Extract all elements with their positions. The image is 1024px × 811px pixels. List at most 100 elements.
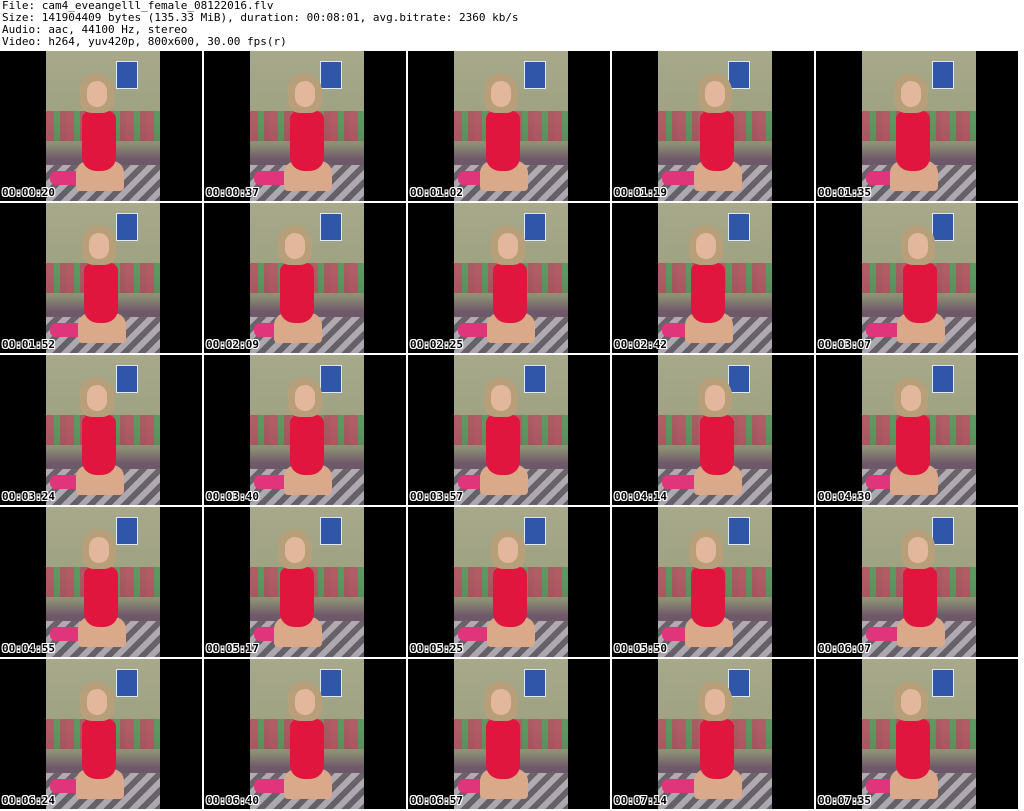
thumbnail-timestamp: 00:00:20 — [2, 186, 55, 199]
video-thumbnail[interactable]: 00:05:50 — [612, 507, 814, 657]
person-figure — [692, 681, 744, 799]
thumbnail-frame-image — [46, 507, 160, 657]
video-thumbnail[interactable]: 00:05:17 — [204, 507, 406, 657]
face — [705, 689, 725, 715]
face — [901, 81, 921, 107]
face — [498, 233, 518, 259]
video-thumbnail[interactable]: 00:06:24 — [0, 659, 202, 809]
thumbnail-frame-image — [658, 659, 772, 809]
video-thumbnail[interactable]: 00:02:09 — [204, 203, 406, 353]
person-figure — [76, 225, 128, 343]
thumbnail-timestamp: 00:04:55 — [2, 642, 55, 655]
face — [87, 81, 107, 107]
face — [295, 81, 315, 107]
video-thumbnail[interactable]: 00:06:57 — [408, 659, 610, 809]
video-thumbnail[interactable]: 00:03:57 — [408, 355, 610, 505]
video-thumbnail[interactable]: 00:00:37 — [204, 51, 406, 201]
thumbnail-timestamp: 00:01:19 — [614, 186, 667, 199]
face — [696, 537, 716, 563]
face — [908, 233, 928, 259]
face — [498, 537, 518, 563]
face — [491, 689, 511, 715]
red-outfit — [700, 719, 734, 779]
person-figure — [485, 225, 537, 343]
video-thumbnail[interactable]: 00:03:40 — [204, 355, 406, 505]
person-figure — [888, 73, 940, 191]
person-figure — [74, 681, 126, 799]
person-figure — [478, 73, 530, 191]
video-thumbnail[interactable]: 00:06:40 — [204, 659, 406, 809]
file-info-header: File: cam4_eveangelll_female_08122016.fl… — [2, 0, 519, 48]
red-outfit — [903, 263, 937, 323]
red-outfit — [896, 415, 930, 475]
thumbnail-frame-image — [250, 659, 364, 809]
person-figure — [683, 225, 735, 343]
thumbnail-timestamp: 00:06:40 — [206, 794, 259, 807]
thumbnail-timestamp: 00:02:42 — [614, 338, 667, 351]
red-outfit — [896, 719, 930, 779]
video-thumbnail[interactable]: 00:06:07 — [816, 507, 1018, 657]
red-outfit — [290, 415, 324, 475]
face — [901, 689, 921, 715]
face — [705, 81, 725, 107]
thumbnail-frame-image — [454, 355, 568, 505]
video-thumbnail[interactable]: 00:07:35 — [816, 659, 1018, 809]
face — [901, 385, 921, 411]
video-thumbnail[interactable]: 00:01:02 — [408, 51, 610, 201]
person-figure — [282, 681, 334, 799]
red-outfit — [493, 567, 527, 627]
red-outfit — [896, 111, 930, 171]
thumbnail-frame-image — [250, 507, 364, 657]
face — [87, 385, 107, 411]
thumbnail-timestamp: 00:01:02 — [410, 186, 463, 199]
person-figure — [683, 529, 735, 647]
thumbnail-frame-image — [862, 659, 976, 809]
video-thumbnail[interactable]: 00:07:14 — [612, 659, 814, 809]
video-thumbnail[interactable]: 00:00:20 — [0, 51, 202, 201]
thumbnail-frame-image — [46, 51, 160, 201]
face — [705, 385, 725, 411]
thumbnail-frame-image — [46, 355, 160, 505]
video-thumbnail[interactable]: 00:04:55 — [0, 507, 202, 657]
thumbnail-frame-image — [658, 355, 772, 505]
red-outfit — [280, 567, 314, 627]
thumbnail-timestamp: 00:06:57 — [410, 794, 463, 807]
video-thumbnail[interactable]: 00:04:14 — [612, 355, 814, 505]
video-thumbnail[interactable]: 00:01:52 — [0, 203, 202, 353]
video-thumbnail[interactable]: 00:02:25 — [408, 203, 610, 353]
video-thumbnail[interactable]: 00:05:25 — [408, 507, 610, 657]
thumbnail-frame-image — [862, 507, 976, 657]
thumbnail-frame-image — [454, 51, 568, 201]
red-outfit — [82, 719, 116, 779]
face — [491, 385, 511, 411]
red-outfit — [84, 263, 118, 323]
thumbnail-frame-image — [862, 203, 976, 353]
face — [295, 385, 315, 411]
video-thumbnail[interactable]: 00:03:07 — [816, 203, 1018, 353]
thumbnail-timestamp: 00:03:40 — [206, 490, 259, 503]
person-figure — [692, 377, 744, 495]
red-outfit — [691, 263, 725, 323]
video-thumbnail[interactable]: 00:02:42 — [612, 203, 814, 353]
face — [908, 537, 928, 563]
face — [295, 689, 315, 715]
person-figure — [888, 681, 940, 799]
red-outfit — [82, 415, 116, 475]
thumbnail-timestamp: 00:02:25 — [410, 338, 463, 351]
video-thumbnail[interactable]: 00:01:35 — [816, 51, 1018, 201]
face — [491, 81, 511, 107]
video-thumbnail[interactable]: 00:04:30 — [816, 355, 1018, 505]
video-thumbnail[interactable]: 00:01:19 — [612, 51, 814, 201]
thumbnail-timestamp: 00:01:52 — [2, 338, 55, 351]
thumbnail-frame-image — [454, 659, 568, 809]
person-figure — [895, 225, 947, 343]
thumbnail-timestamp: 00:07:14 — [614, 794, 667, 807]
video-thumbnail[interactable]: 00:03:24 — [0, 355, 202, 505]
thumbnail-timestamp: 00:01:35 — [818, 186, 871, 199]
thumbnail-timestamp: 00:03:57 — [410, 490, 463, 503]
thumbnail-timestamp: 00:04:14 — [614, 490, 667, 503]
red-outfit — [691, 567, 725, 627]
thumbnail-timestamp: 00:06:24 — [2, 794, 55, 807]
thumbnail-timestamp: 00:04:30 — [818, 490, 871, 503]
person-figure — [282, 73, 334, 191]
